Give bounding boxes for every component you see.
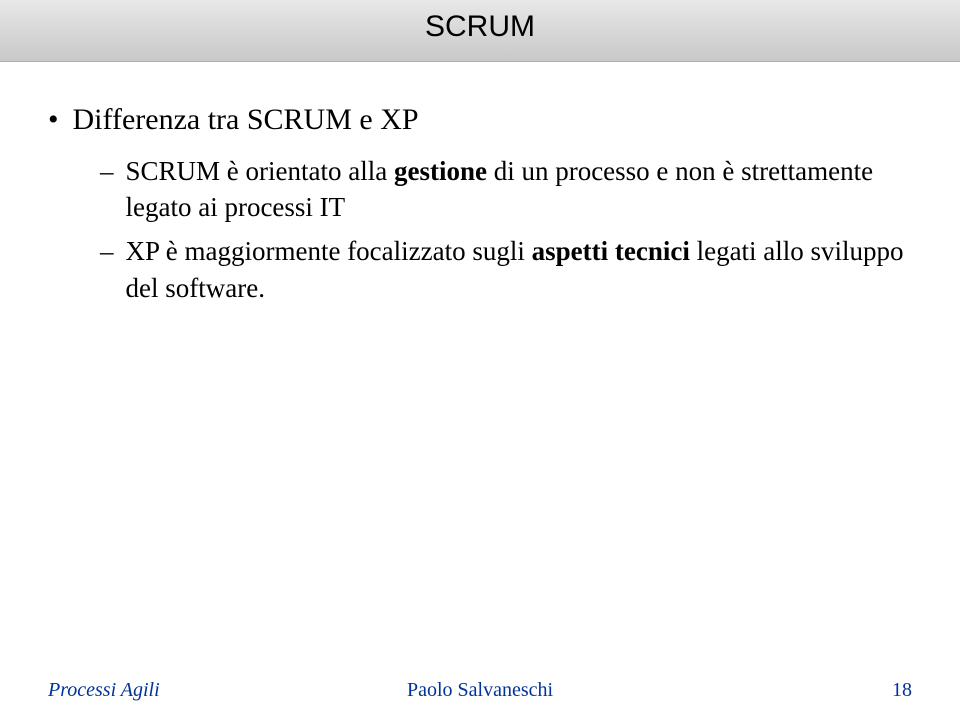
text-prefix: XP è maggiormente focalizzato sugli — [126, 236, 532, 266]
text-bold: gestione — [394, 156, 487, 186]
header-bar: SCRUM — [0, 0, 960, 62]
bullet-level2-item: – XP è maggiormente focalizzato sugli as… — [100, 233, 912, 306]
dash-icon: – — [100, 233, 114, 269]
slide-content: • Differenza tra SCRUM e XP – SCRUM è or… — [0, 62, 960, 306]
bullet-level2-item: – SCRUM è orientato alla gestione di un … — [100, 153, 912, 226]
text-prefix: SCRUM è orientato alla — [126, 156, 394, 186]
footer-left: Processi Agili — [48, 679, 160, 702]
bullet-level2-text: SCRUM è orientato alla gestione di un pr… — [126, 153, 906, 226]
dash-icon: – — [100, 153, 114, 189]
footer-page-number: 18 — [892, 679, 912, 702]
footer-center: Paolo Salvaneschi — [407, 679, 553, 702]
bullet-level1-text: Differenza tra SCRUM e XP — [73, 100, 419, 141]
text-bold: aspetti tecnici — [532, 236, 690, 266]
slide-title: SCRUM — [425, 10, 535, 44]
bullet-level1: • Differenza tra SCRUM e XP — [48, 100, 912, 141]
footer: Processi Agili Paolo Salvaneschi 18 — [0, 679, 960, 702]
bullet-level2-text: XP è maggiormente focalizzato sugli aspe… — [126, 233, 906, 306]
bullet-dot-icon: • — [48, 100, 59, 139]
